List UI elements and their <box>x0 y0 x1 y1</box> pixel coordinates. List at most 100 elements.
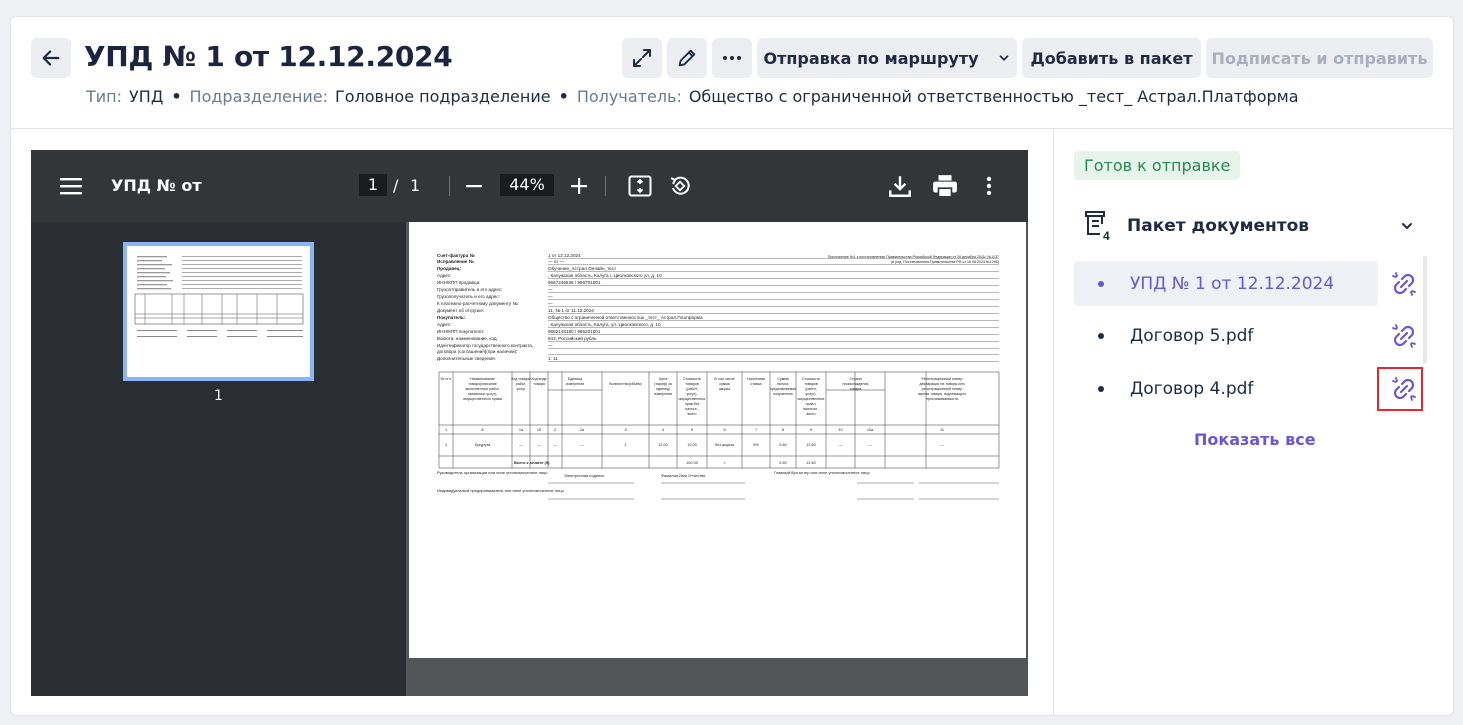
table-column-number: 7 <box>755 428 757 432</box>
table-header-cell: имущественных <box>679 397 706 401</box>
table-header-cell: (работ, <box>805 387 816 391</box>
sign-and-send-button[interactable]: Подписать и отправить <box>1206 38 1433 78</box>
menu-icon[interactable] <box>59 174 83 198</box>
header-divider <box>11 128 1453 129</box>
document-field-label: Адрес: <box>437 322 451 327</box>
table-header-cell: товаров <box>804 382 817 386</box>
document-field-label: договора (соглашения)(при наличии): <box>437 349 517 354</box>
document-field-label: ИНН/КПП продавца: <box>437 280 480 285</box>
package-item-label: Договор 5.pdf <box>1130 325 1254 346</box>
document-meta: Тип: УПД • Подразделение: Головное подра… <box>86 87 1299 106</box>
table-header-cell: Код товара/ <box>511 377 531 381</box>
table-header-cell: услуг <box>517 387 526 391</box>
rotate-icon[interactable] <box>668 174 692 198</box>
zoom-out-icon[interactable] <box>464 176 484 196</box>
more-vertical-icon[interactable] <box>979 173 999 199</box>
pdf-page: Счет-фактура № Исправление № Продавец: Адре… <box>409 222 1026 658</box>
table-column-number: 9 <box>810 428 812 432</box>
table-column-number: 4 <box>662 428 664 432</box>
table-header-cell: происхождения <box>843 382 869 386</box>
expand-icon <box>633 49 651 67</box>
table-header-cell: единицу <box>656 387 670 391</box>
table-header-cell: налога - <box>685 407 699 411</box>
table-header-cell: всего <box>688 412 697 416</box>
document-field-label: К платежно-расчетному документу №: <box>437 301 519 306</box>
print-icon[interactable] <box>932 173 958 199</box>
page-title: УПД № 1 от 12.12.2024 <box>84 40 453 73</box>
thumbnail-number: 1 <box>214 388 223 404</box>
table-header-cell: В том числе <box>714 377 734 381</box>
table-header-cell: Страна <box>849 377 861 381</box>
table-cell: без акциза <box>715 443 735 447</box>
signature-label: Руководитель организации или иное уполно… <box>437 470 548 475</box>
link-icon[interactable] <box>1390 270 1418 298</box>
table-header-cell: товаров <box>685 382 698 386</box>
page-total: 1 <box>410 176 421 195</box>
package-item-contract-5[interactable]: Договор 5.pdf <box>1074 313 1378 358</box>
route-dropdown-button[interactable]: Отправка по маршруту <box>757 38 1017 78</box>
table-header-cell: покупателю <box>773 392 793 396</box>
document-field-value: 9652148180 / 965201001 <box>548 329 601 334</box>
table-header-cell: Единица <box>568 377 583 381</box>
document-field-value: Обучение_Астрал.Онлайн_тест <box>548 265 617 271</box>
table-cell: 5% <box>753 443 759 447</box>
package-scrollbar[interactable] <box>1423 256 1427 364</box>
table-cell: 1 <box>445 443 447 447</box>
total-value: 0.60 <box>779 461 786 465</box>
table-cell: 1 <box>624 443 626 447</box>
table-column-number: 10а <box>867 428 874 432</box>
zoom-input[interactable]: 44% <box>500 174 554 196</box>
document-field-value: 1 от 12.12.2024 <box>548 253 581 258</box>
highlight-box <box>1377 367 1423 411</box>
table-cell: 12.00 <box>658 443 668 447</box>
page-thumbnail[interactable] <box>123 242 314 381</box>
package-item-upd[interactable]: УПД № 1 от 12.12.2024 <box>1074 261 1378 306</box>
division-value: Головное подразделение <box>334 87 551 106</box>
document-field-value: 1: 11 <box>548 356 558 361</box>
table-header-cell: регистрационный номер <box>922 387 963 391</box>
back-button[interactable] <box>31 38 71 78</box>
total-value: 12.60 <box>806 461 816 465</box>
recipient-value: Общество с ограниченной ответственностью… <box>688 87 1299 106</box>
document-field-label: Грузополучатель и его адрес: <box>437 294 500 299</box>
more-button[interactable] <box>712 38 752 78</box>
table-header-cell: (работ, <box>686 387 697 391</box>
link-icon[interactable] <box>1390 322 1418 350</box>
route-label: Отправка по маршруту <box>763 48 979 68</box>
meta-separator: • <box>171 87 182 106</box>
document-field-label: Идентификатор государственного контракта… <box>437 343 533 348</box>
page-number-input[interactable]: 1 <box>359 174 387 196</box>
table-header-cell: товара <box>850 387 861 391</box>
document-field-value: — <box>548 301 553 306</box>
document-field-value: , Калужская область, Калуга, ул. Циолков… <box>548 322 661 327</box>
total-value: 100.00 <box>686 461 698 465</box>
table-cell: — <box>537 443 541 447</box>
add-to-package-button[interactable]: Добавить в пакет <box>1022 38 1201 78</box>
table-header-cell: выполненных работ, <box>465 387 499 391</box>
package-item-contract-4[interactable]: Договор 4.pdf <box>1074 366 1378 411</box>
package-count: 4 <box>1103 229 1110 242</box>
table-header-cell: Регистрационный номер <box>921 377 962 381</box>
table-cell: — <box>868 443 872 447</box>
table-header-cell: № п/ п <box>441 377 452 381</box>
table-header-cell: имущественных <box>798 397 825 401</box>
table-header-cell: ставка <box>751 382 762 386</box>
zoom-in-icon[interactable] <box>569 176 589 196</box>
signature-label: Фамилия Имя Отчество <box>661 473 706 478</box>
document-field-label: Адрес: <box>437 273 451 278</box>
table-column-number: 8 <box>782 428 784 432</box>
show-all-link[interactable]: Показать все <box>1194 430 1316 449</box>
fit-page-icon[interactable] <box>628 174 652 198</box>
table-cell: — <box>519 443 523 447</box>
expand-button[interactable] <box>622 38 662 78</box>
edit-button[interactable] <box>667 38 707 78</box>
table-column-number: 5 <box>691 428 693 432</box>
toolbar-separator <box>449 176 450 196</box>
download-icon[interactable] <box>887 173 913 199</box>
table-header-cell: сумма <box>719 382 730 386</box>
table-cell: 12.60 <box>806 443 816 447</box>
package-collapse-button[interactable] <box>1399 218 1415 238</box>
thumbnail-sidebar: 1 <box>31 222 406 696</box>
division-label: Подразделение: <box>189 87 328 106</box>
document-field-value: 9667246536 / 966701001 <box>548 280 601 285</box>
